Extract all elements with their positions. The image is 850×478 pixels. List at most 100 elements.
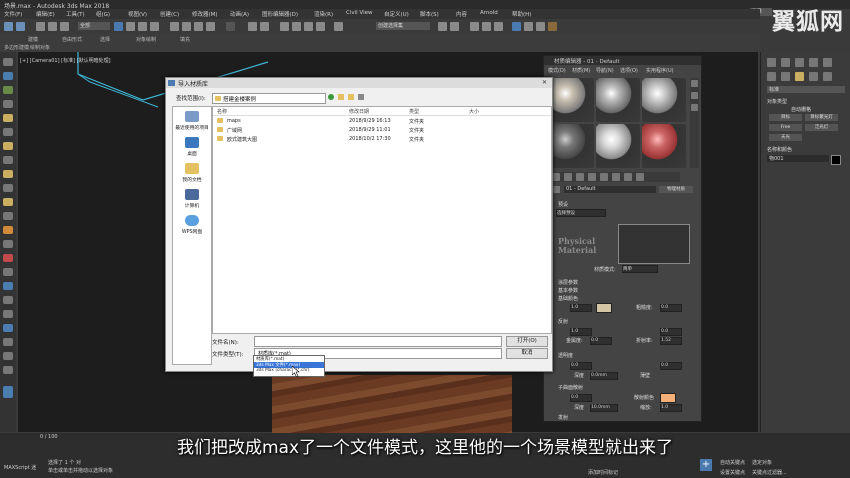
transparency-weight-field[interactable]: 0.0 [570, 362, 592, 370]
place-computer[interactable]: 计算机 [173, 189, 211, 209]
pivot-icon[interactable] [248, 22, 257, 31]
add-icon[interactable]: + [700, 459, 712, 471]
put-to-scene-icon[interactable] [564, 173, 572, 181]
systems-icon[interactable] [3, 198, 13, 206]
ribbon-tab-modeling[interactable]: 建模 [28, 36, 38, 43]
modify-panel-icon[interactable] [781, 58, 790, 67]
menu-arnold[interactable]: Arnold [480, 10, 498, 16]
ribbon-tab-selection[interactable]: 选择 [100, 36, 110, 43]
door-icon[interactable] [3, 268, 13, 276]
place-desktop[interactable]: 桌面 [173, 137, 211, 157]
material-slot-2[interactable] [596, 78, 640, 122]
add-time-tag[interactable]: 添加时间标记 [588, 469, 618, 476]
dropdown-option[interactable]: 3ds Max (characte(*.chr) [254, 368, 324, 374]
eyedropper-icon[interactable] [552, 186, 560, 193]
nurbs-icon[interactable] [3, 338, 13, 346]
select-manipulate-icon[interactable] [260, 22, 269, 31]
snap-toggle-icon[interactable] [280, 22, 289, 31]
reflection-weight-field[interactable]: 1.0 [570, 328, 592, 336]
menu-rendering[interactable]: 渲染(R) [314, 10, 333, 18]
create-panel-icon[interactable] [767, 58, 776, 67]
menu-view[interactable]: 视图(V) [128, 10, 147, 18]
get-material-icon[interactable] [552, 173, 560, 181]
ribbon-sub-poly-modeling[interactable]: 多边形建模 [4, 44, 29, 51]
set-key-button[interactable]: 设置关键点 [720, 469, 745, 476]
layer-explorer-icon[interactable] [470, 22, 479, 31]
shape-icon[interactable] [3, 212, 13, 220]
compound-icon[interactable] [3, 240, 13, 248]
material-editor-titlebar[interactable]: 材质编辑器 - 01 - Default [544, 56, 701, 65]
file-list[interactable]: 名称 修改日期 类型 大小 maps 2018/9/29 16:13 文件夹 广… [212, 106, 552, 334]
place-documents[interactable]: 我的文档 [173, 163, 211, 183]
cancel-button[interactable]: 取消 [506, 348, 548, 359]
display-panel-icon[interactable] [823, 58, 832, 67]
mtl-menu-options[interactable]: 选项(O) [620, 67, 638, 74]
menu-content[interactable]: 内容 [456, 10, 467, 18]
cameras-icon[interactable] [809, 72, 818, 81]
undo-icon[interactable] [4, 22, 13, 31]
roughness-field[interactable]: 0.0 [660, 304, 682, 312]
key-filters-button[interactable]: 关键点过滤器... [752, 469, 787, 476]
shapes-icon[interactable] [781, 72, 790, 81]
background-icon[interactable] [691, 104, 698, 111]
rendered-frame-window-icon[interactable] [536, 22, 545, 31]
spinner-snap-icon[interactable] [316, 22, 325, 31]
reflection-roughness-field[interactable]: 0.0 [660, 328, 682, 336]
reference-coordinate-icon[interactable] [226, 22, 235, 31]
particle-icon[interactable] [3, 226, 13, 234]
dynamics-icon[interactable] [3, 254, 13, 262]
omni-button[interactable]: 泛光灯 [805, 124, 838, 131]
menu-file[interactable]: 文件(F) [4, 10, 22, 18]
up-folder-icon[interactable] [338, 94, 344, 100]
show-map-icon[interactable] [624, 173, 632, 181]
menu-scripting[interactable]: 脚本(S) [420, 10, 439, 18]
ior-field[interactable]: 1.52 [660, 337, 682, 345]
ribbon-sub-paint-object[interactable]: 绘制对象 [30, 44, 50, 51]
placement-icon[interactable] [206, 22, 215, 31]
teapot-icon[interactable] [3, 128, 13, 136]
rect-selection-icon[interactable] [138, 22, 147, 31]
put-to-library-icon[interactable] [612, 173, 620, 181]
material-slot-3[interactable] [642, 78, 686, 122]
material-editor-icon[interactable] [512, 22, 521, 31]
free-light-button[interactable]: Free [769, 124, 802, 131]
auto-grid-checkbox[interactable]: 自动栅格 [791, 106, 811, 113]
window-crossing-icon[interactable] [150, 22, 159, 31]
angle-snap-icon[interactable] [292, 22, 301, 31]
place-wps-cloud[interactable]: WPS网盘 [173, 215, 211, 235]
hierarchy-panel-icon[interactable] [795, 58, 804, 67]
render-production-icon[interactable] [548, 22, 557, 31]
edit-named-selection-icon[interactable] [334, 22, 343, 31]
thin-walled-checkbox[interactable]: 薄壁 [640, 372, 650, 379]
patch-icon[interactable] [3, 324, 13, 332]
align-icon[interactable] [450, 22, 459, 31]
stairs-icon[interactable] [3, 296, 13, 304]
skylight-button[interactable]: 天光 [769, 134, 802, 141]
selection-filter-combo[interactable]: 全部 [78, 22, 110, 30]
object-color-swatch[interactable] [831, 155, 841, 165]
aec-icon[interactable] [3, 310, 13, 318]
sss-depth-field[interactable]: 10.0mm [590, 404, 618, 412]
move-icon[interactable] [170, 22, 179, 31]
file-row[interactable]: 欧式建筑大图 2018/10/2 17:30 文件夹 [213, 135, 551, 143]
rotate-icon[interactable] [182, 22, 191, 31]
render-setup-icon[interactable] [524, 22, 533, 31]
menu-animation[interactable]: 动画(A) [230, 10, 249, 18]
helpers-icon[interactable] [823, 72, 832, 81]
sphere-icon[interactable] [3, 86, 13, 94]
ribbon-tab-populate[interactable]: 填充 [180, 36, 190, 43]
file-row[interactable]: maps 2018/9/29 16:13 文件夹 [213, 117, 551, 125]
select-object-icon[interactable] [114, 22, 123, 31]
select-by-name-icon[interactable] [126, 22, 135, 31]
menu-modifiers[interactable]: 修改器(M) [192, 10, 218, 18]
motion-panel-icon[interactable] [809, 58, 818, 67]
target-light-button[interactable]: 目标 [769, 114, 802, 121]
torus-icon[interactable] [3, 114, 13, 122]
category-combo[interactable]: 标准 [767, 86, 845, 93]
col-date[interactable]: 修改日期 [349, 108, 369, 115]
mtl-menu-material[interactable]: 材质(M) [572, 67, 590, 74]
target-spot-button[interactable]: 目标聚光灯 [805, 114, 838, 121]
close-icon[interactable]: ✕ [540, 79, 549, 86]
menu-help[interactable]: 帮助(H) [512, 10, 531, 18]
material-slot-4[interactable] [550, 124, 594, 168]
